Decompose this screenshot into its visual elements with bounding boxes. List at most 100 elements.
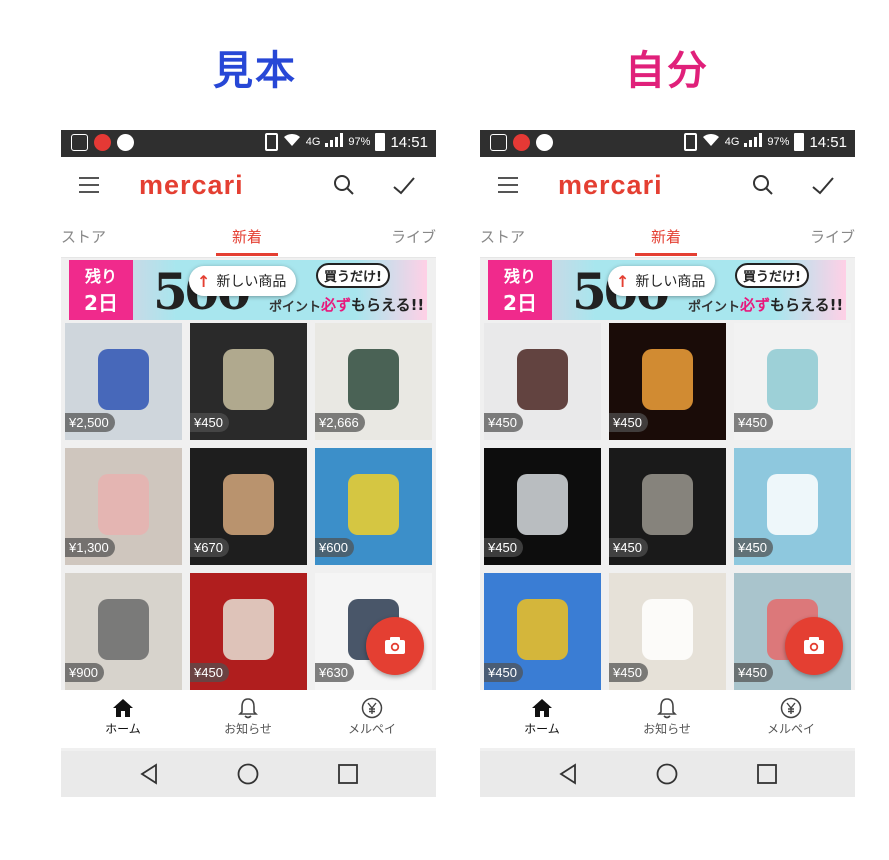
item-shape	[766, 473, 819, 535]
vibrate-icon	[683, 133, 697, 151]
app-header: mercari	[480, 157, 855, 217]
nav-notifications[interactable]: お知らせ	[622, 696, 712, 737]
item-shape	[347, 348, 400, 410]
item-price: ¥450	[484, 413, 523, 432]
menu-icon[interactable]	[498, 177, 518, 198]
tab-active-indicator	[635, 253, 697, 256]
item-card[interactable]: ¥900	[65, 573, 182, 690]
item-price: ¥450	[609, 413, 648, 432]
nav-notifications[interactable]: お知らせ	[203, 696, 293, 737]
back-icon[interactable]	[558, 763, 578, 785]
item-card[interactable]: ¥450	[484, 573, 601, 690]
item-card[interactable]: ¥600	[315, 448, 432, 565]
app-logo: mercari	[558, 170, 663, 200]
sell-camera-button[interactable]	[366, 617, 424, 675]
home-circle-icon[interactable]	[656, 763, 678, 785]
search-app-icon	[94, 134, 111, 151]
tab-live[interactable]: ライブ	[810, 226, 855, 247]
banner-pill: 買うだけ!	[316, 263, 390, 288]
item-price: ¥450	[484, 663, 523, 682]
item-card[interactable]: ¥450	[609, 323, 726, 440]
item-card[interactable]: ¥450	[734, 448, 851, 565]
new-items-label: 新しい商品	[635, 274, 706, 290]
item-card[interactable]: ¥2,500	[65, 323, 182, 440]
nav-home[interactable]: ホーム	[497, 696, 587, 737]
yen-icon	[361, 697, 383, 719]
menu-icon[interactable]	[79, 177, 99, 198]
item-shape	[516, 348, 569, 410]
wifi-icon	[702, 133, 720, 151]
arrow-up-icon: ↑	[616, 271, 630, 291]
banner-pill: 買うだけ!	[735, 263, 809, 288]
status-bar: 4G 97% 14:51	[480, 130, 855, 157]
item-price: ¥2,500	[65, 413, 115, 432]
tab-bar: ストア 新着 ライブ	[480, 217, 855, 258]
home-circle-icon[interactable]	[237, 763, 259, 785]
item-card[interactable]: ¥450	[484, 323, 601, 440]
phone-sample: 4G 97% 14:51 mercari ストア 新着 ライブ 残り 2日 50…	[61, 130, 436, 797]
nav-merpay[interactable]: メルペイ	[746, 696, 836, 737]
sell-camera-button[interactable]	[785, 617, 843, 675]
item-card[interactable]: ¥450	[190, 323, 307, 440]
camera-icon	[385, 637, 405, 654]
item-shape	[641, 473, 694, 535]
home-icon	[532, 699, 552, 717]
item-shape	[516, 473, 569, 535]
item-shape	[516, 598, 569, 660]
nav-home[interactable]: ホーム	[78, 696, 168, 737]
item-shape	[222, 473, 275, 535]
search-icon[interactable]	[752, 174, 774, 196]
tab-new[interactable]: 新着	[651, 226, 681, 247]
item-card[interactable]: ¥450	[609, 573, 726, 690]
clock: 14:51	[390, 133, 428, 151]
heading-mine: 自分	[625, 48, 709, 94]
item-shape	[222, 598, 275, 660]
item-card[interactable]: ¥450	[484, 448, 601, 565]
item-card[interactable]: ¥2,666	[315, 323, 432, 440]
system-navigation	[480, 751, 855, 797]
gallery-icon	[71, 134, 88, 151]
item-shape	[641, 598, 694, 660]
bottom-navigation: ホーム お知らせ メルペイ	[61, 690, 436, 748]
todo-check-icon[interactable]	[391, 173, 417, 199]
item-shape	[97, 598, 150, 660]
arrow-up-icon: ↑	[197, 271, 211, 291]
item-shape	[766, 348, 819, 410]
item-card[interactable]: ¥450	[734, 323, 851, 440]
nav-merpay[interactable]: メルペイ	[327, 696, 417, 737]
app-logo: mercari	[139, 170, 244, 200]
item-price: ¥450	[609, 663, 648, 682]
recent-apps-icon[interactable]	[337, 763, 359, 785]
globe-icon	[117, 134, 134, 151]
search-icon[interactable]	[333, 174, 355, 196]
item-card[interactable]: ¥1,300	[65, 448, 182, 565]
item-shape	[347, 473, 400, 535]
item-card[interactable]: ¥450	[609, 448, 726, 565]
banner-badge: 残り 2日	[69, 260, 133, 320]
banner-badge: 残り 2日	[488, 260, 552, 320]
search-app-icon	[513, 134, 530, 151]
tab-new[interactable]: 新着	[232, 226, 262, 247]
item-price: ¥1,300	[65, 538, 115, 557]
signal-icon	[325, 133, 344, 151]
tab-live[interactable]: ライブ	[391, 226, 436, 247]
yen-icon	[780, 697, 802, 719]
item-card[interactable]: ¥670	[190, 448, 307, 565]
item-price: ¥450	[190, 663, 229, 682]
tab-store[interactable]: ストア	[480, 226, 525, 247]
battery-icon	[794, 133, 805, 151]
recent-apps-icon[interactable]	[756, 763, 778, 785]
item-price: ¥900	[65, 663, 104, 682]
tab-store[interactable]: ストア	[61, 226, 106, 247]
todo-check-icon[interactable]	[810, 173, 836, 199]
tab-active-indicator	[216, 253, 278, 256]
item-shape	[97, 348, 150, 410]
heading-sample: 見本	[213, 48, 297, 94]
new-items-button[interactable]: ↑ 新しい商品	[608, 266, 716, 296]
new-items-button[interactable]: ↑ 新しい商品	[189, 266, 297, 296]
wifi-icon	[283, 133, 301, 151]
item-shape	[97, 473, 150, 535]
item-card[interactable]: ¥450	[190, 573, 307, 690]
back-icon[interactable]	[139, 763, 159, 785]
system-navigation	[61, 751, 436, 797]
